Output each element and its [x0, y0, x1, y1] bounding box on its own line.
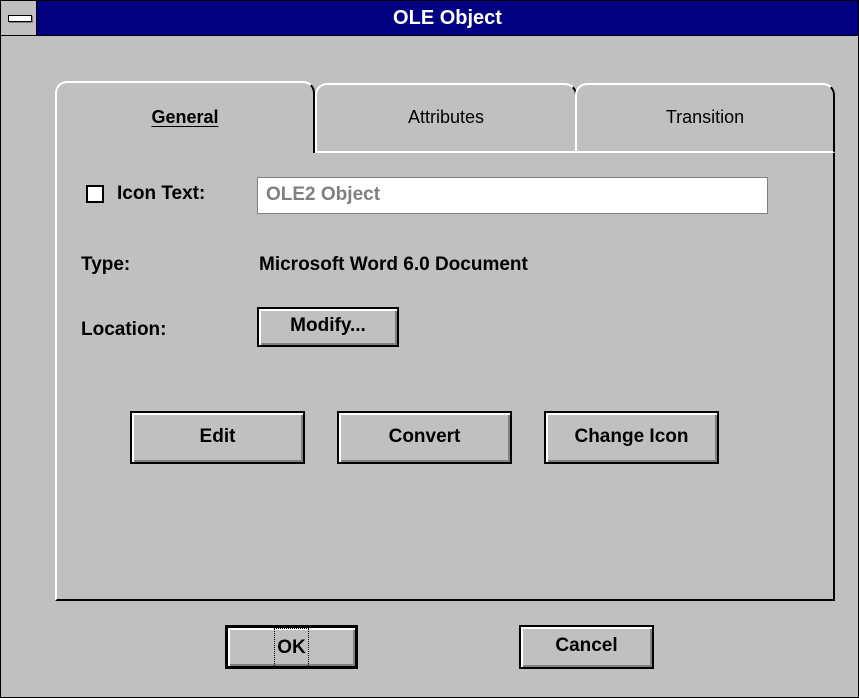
title-bar: OLE Object	[1, 1, 858, 36]
ole-object-dialog: OLE Object General Attributes Transition…	[0, 0, 859, 698]
ok-button[interactable]: OK	[225, 625, 358, 669]
icon-text-label: Icon Text:	[117, 183, 206, 204]
type-label: Type:	[81, 254, 131, 275]
system-menu-icon	[8, 15, 32, 22]
ok-button-label: OK	[274, 628, 309, 668]
change-icon-button[interactable]: Change Icon	[544, 411, 719, 464]
tab-general[interactable]: General	[55, 81, 315, 153]
tab-panel-general	[55, 151, 835, 601]
tab-transition-label: Transition	[665, 107, 745, 127]
tab-attributes-label: Attributes	[407, 107, 485, 127]
convert-button[interactable]: Convert	[337, 411, 512, 464]
location-label: Location:	[81, 319, 167, 340]
icon-text-checkbox[interactable]	[86, 185, 104, 203]
system-menu-button[interactable]	[1, 1, 37, 35]
tab-attributes[interactable]: Attributes	[315, 83, 577, 153]
tab-transition[interactable]: Transition	[575, 83, 835, 153]
cancel-button[interactable]: Cancel	[519, 625, 654, 669]
edit-button[interactable]: Edit	[130, 411, 305, 464]
modify-button[interactable]: Modify...	[257, 307, 399, 347]
icon-text-field[interactable]: OLE2 Object	[257, 177, 768, 214]
tab-general-label: General	[151, 107, 219, 127]
type-value: Microsoft Word 6.0 Document	[259, 254, 528, 275]
tab-control: General Attributes Transition	[55, 81, 835, 601]
window-title: OLE Object	[393, 7, 502, 29]
